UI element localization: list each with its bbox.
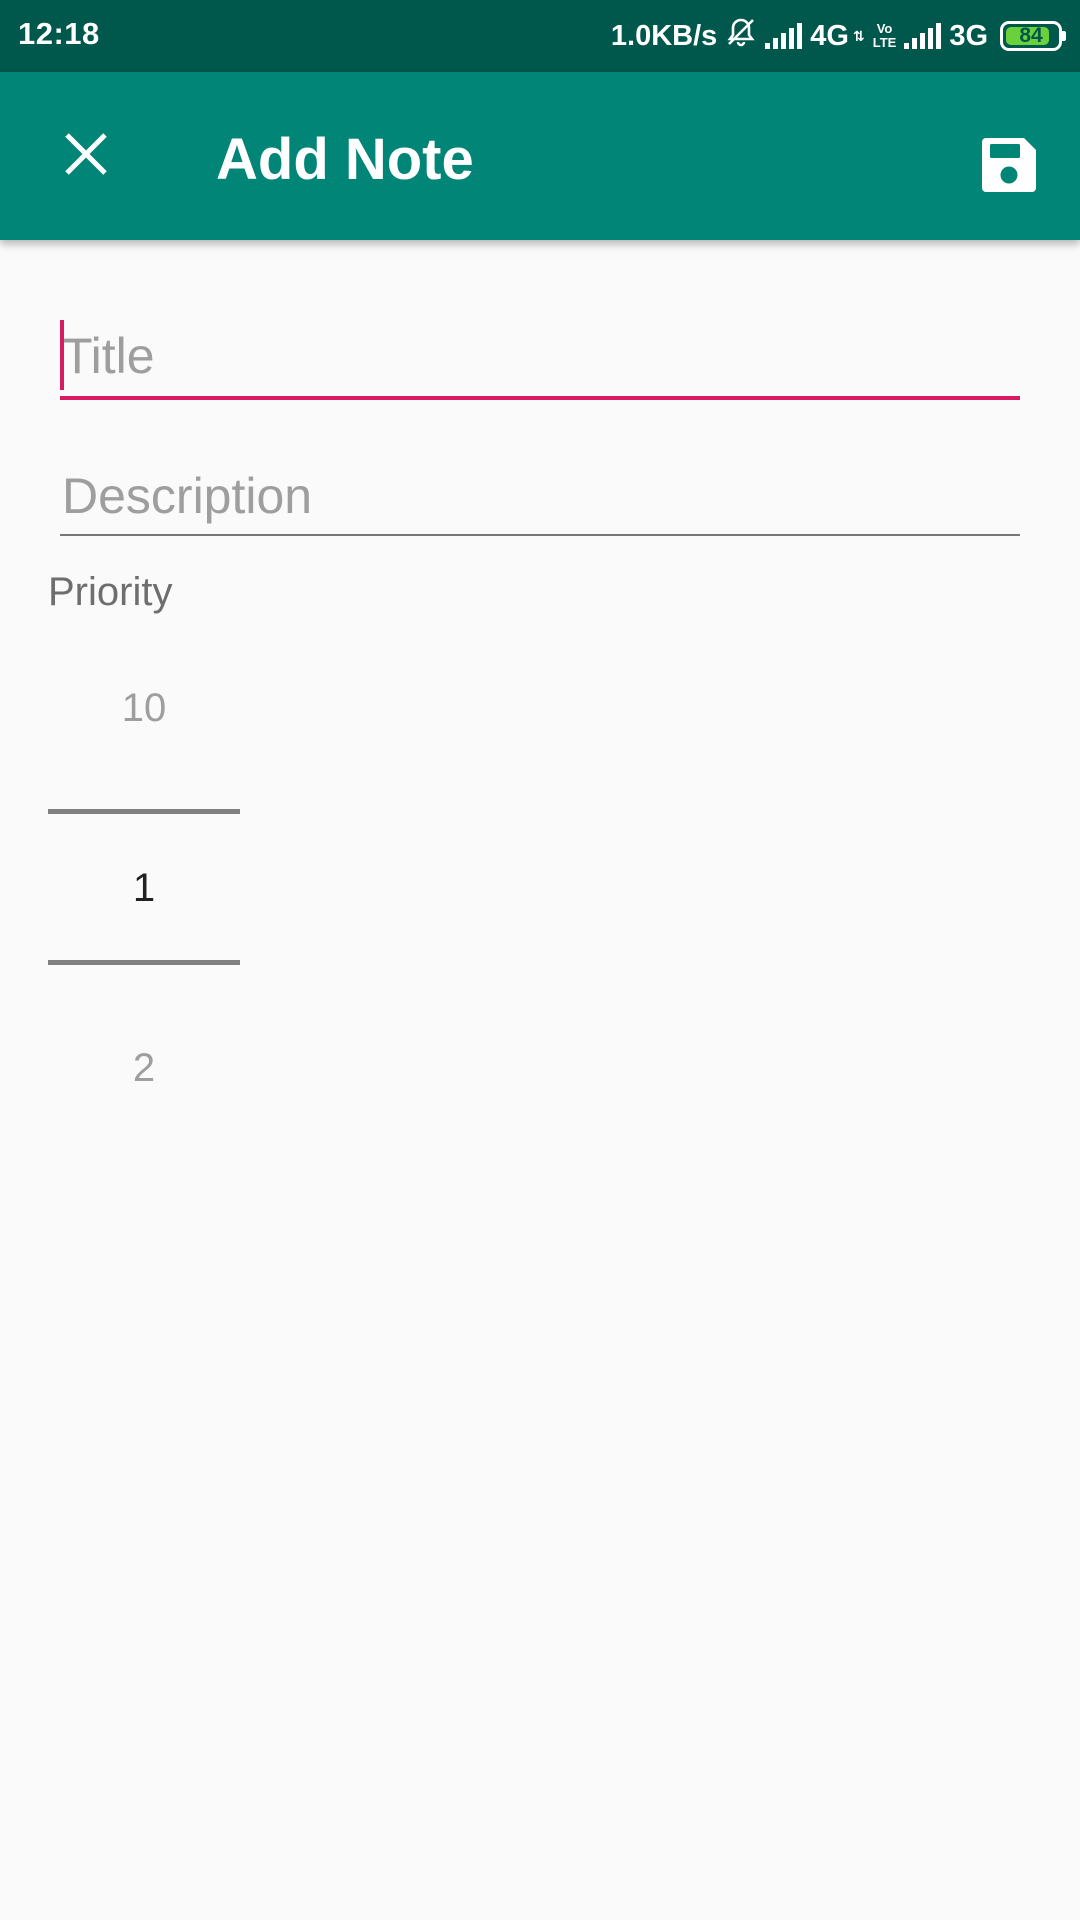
app-bar: Add Note	[0, 72, 1080, 240]
priority-picker[interactable]: 10 1 2	[48, 634, 240, 1104]
save-icon	[982, 138, 1036, 192]
data-arrows-icon: ⇅	[852, 27, 865, 44]
signal-icon-2	[904, 23, 942, 49]
signal-icon	[765, 23, 803, 49]
muted-bell-icon	[725, 16, 757, 56]
battery-icon: 84	[1000, 21, 1066, 51]
network-type-1: 4G	[810, 19, 849, 52]
description-field[interactable]	[60, 458, 1020, 536]
picker-value-next[interactable]: 2	[48, 1046, 240, 1091]
page-title: Add Note	[216, 127, 474, 192]
title-input[interactable]	[60, 320, 1020, 392]
status-indicators: 1.0KB/s 4G ⇅ Vo LTE 3G 84	[610, 14, 1066, 58]
network-type-2: 3G	[949, 19, 988, 52]
save-button[interactable]	[966, 122, 1052, 208]
picker-value-prev[interactable]: 10	[48, 686, 240, 731]
close-icon	[65, 133, 107, 175]
close-button[interactable]	[44, 112, 128, 196]
title-field[interactable]	[60, 320, 1020, 400]
picker-value-selected[interactable]: 1	[48, 866, 240, 911]
picker-divider-bottom	[48, 960, 240, 965]
volte-badge: Vo LTE	[872, 21, 897, 50]
picker-divider-top	[48, 809, 240, 814]
text-cursor	[60, 320, 64, 390]
battery-level: 84	[1019, 24, 1043, 47]
network-speed: 1.0KB/s	[610, 19, 718, 52]
status-time: 12:18	[18, 16, 100, 51]
description-input[interactable]	[60, 458, 1020, 534]
priority-label: Priority	[48, 570, 173, 614]
status-bar: 12:18 1.0KB/s 4G ⇅ Vo LTE 3G 84	[0, 0, 1080, 72]
